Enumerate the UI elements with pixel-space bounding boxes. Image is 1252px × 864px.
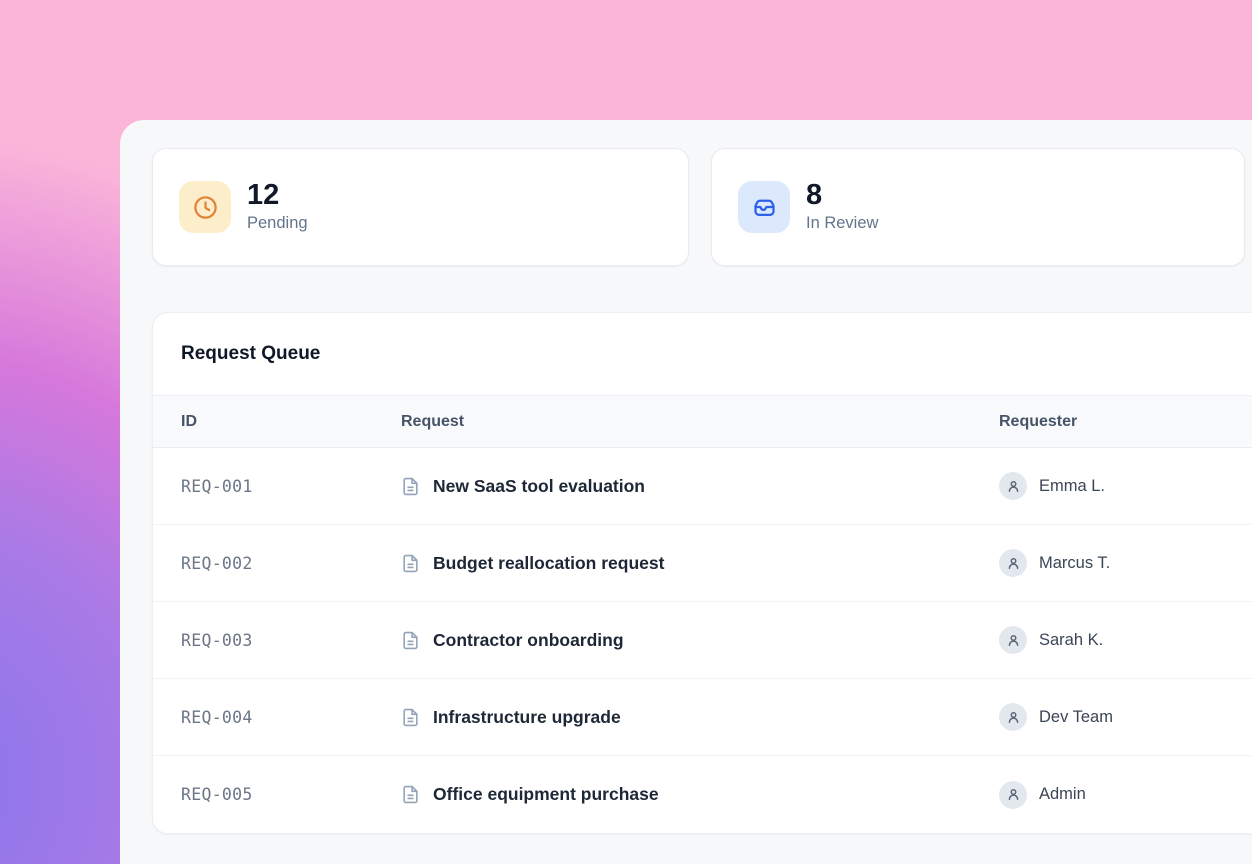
- stat-label: In Review: [806, 214, 878, 233]
- document-icon: [401, 477, 420, 496]
- stat-card-in-review[interactable]: 8 In Review: [711, 148, 1245, 266]
- requester-cell: Admin: [999, 781, 1252, 809]
- requester-name: Emma L.: [1039, 477, 1105, 496]
- stat-icon-badge: [179, 181, 231, 233]
- user-icon: [1006, 787, 1021, 802]
- stat-card-pending[interactable]: 12 Pending: [152, 148, 689, 266]
- request-title: Contractor onboarding: [433, 630, 624, 651]
- request-title: Budget reallocation request: [433, 553, 664, 574]
- document-icon: [401, 785, 420, 804]
- stat-text: 12 Pending: [247, 181, 308, 233]
- request-cell: Budget reallocation request: [401, 553, 999, 574]
- requester-name: Marcus T.: [1039, 554, 1110, 573]
- document-icon: [401, 554, 420, 573]
- request-queue-card: Request Queue ID Request Requester REQ-0…: [152, 312, 1252, 834]
- user-icon: [1006, 479, 1021, 494]
- table-row[interactable]: REQ-003 Contractor onboarding Sarah K.: [153, 602, 1252, 679]
- request-title: New SaaS tool evaluation: [433, 476, 645, 497]
- request-id: REQ-002: [153, 554, 401, 573]
- avatar: [999, 549, 1027, 577]
- stat-value: 12: [247, 181, 308, 211]
- requester-name: Dev Team: [1039, 708, 1113, 727]
- requester-cell: Marcus T.: [999, 549, 1252, 577]
- column-header-requester: Requester: [999, 413, 1252, 431]
- avatar: [999, 781, 1027, 809]
- document-icon: [401, 708, 420, 727]
- stat-value: 8: [806, 181, 878, 211]
- user-icon: [1006, 633, 1021, 648]
- request-id: REQ-004: [153, 708, 401, 727]
- request-cell: Infrastructure upgrade: [401, 707, 999, 728]
- stat-icon-badge: [738, 181, 790, 233]
- stat-text: 8 In Review: [806, 181, 878, 233]
- table-row[interactable]: REQ-002 Budget reallocation request Marc…: [153, 525, 1252, 602]
- queue-card-title: Request Queue: [153, 313, 1252, 396]
- avatar: [999, 472, 1027, 500]
- table-row[interactable]: REQ-005 Office equipment purchase Admin: [153, 756, 1252, 833]
- avatar: [999, 626, 1027, 654]
- user-icon: [1006, 556, 1021, 571]
- request-title: Infrastructure upgrade: [433, 707, 621, 728]
- stats-row: 12 Pending 8 In Review: [152, 148, 1252, 266]
- main-panel: 12 Pending 8 In Review Request Queue ID …: [120, 120, 1252, 864]
- requester-cell: Emma L.: [999, 472, 1252, 500]
- request-title: Office equipment purchase: [433, 784, 659, 805]
- requester-name: Admin: [1039, 785, 1086, 804]
- request-id: REQ-001: [153, 477, 401, 496]
- stat-label: Pending: [247, 214, 308, 233]
- avatar: [999, 703, 1027, 731]
- user-icon: [1006, 710, 1021, 725]
- table-row[interactable]: REQ-004 Infrastructure upgrade Dev Team: [153, 679, 1252, 756]
- request-id: REQ-005: [153, 785, 401, 804]
- inbox-icon: [751, 194, 778, 221]
- requester-cell: Dev Team: [999, 703, 1252, 731]
- table-header-row: ID Request Requester: [153, 396, 1252, 448]
- requester-name: Sarah K.: [1039, 631, 1103, 650]
- table-row[interactable]: REQ-001 New SaaS tool evaluation Emma L.: [153, 448, 1252, 525]
- column-header-request: Request: [401, 413, 999, 431]
- column-header-id: ID: [153, 413, 401, 431]
- request-cell: New SaaS tool evaluation: [401, 476, 999, 497]
- requester-cell: Sarah K.: [999, 626, 1252, 654]
- clock-icon: [192, 194, 219, 221]
- request-cell: Office equipment purchase: [401, 784, 999, 805]
- request-cell: Contractor onboarding: [401, 630, 999, 651]
- document-icon: [401, 631, 420, 650]
- request-id: REQ-003: [153, 631, 401, 650]
